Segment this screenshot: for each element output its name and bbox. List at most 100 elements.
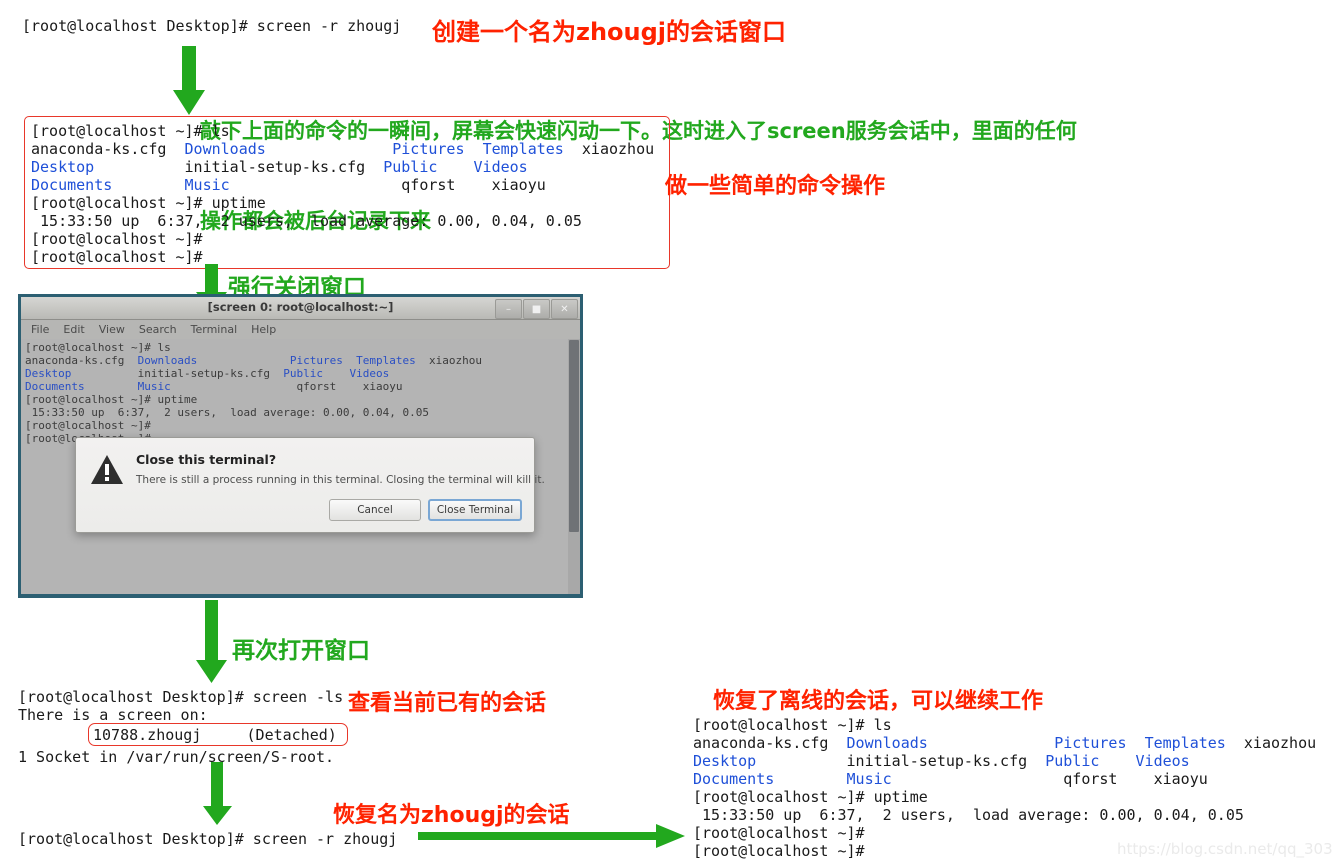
directory-name: Desktop — [31, 158, 95, 176]
terminal-text: [root@localhost ~]# ls — [693, 716, 892, 734]
menu-item-help[interactable]: Help — [251, 323, 276, 336]
directory-name: Downloads — [846, 734, 928, 752]
terminal-line: Desktop initial-setup-ks.cfg Public Vide… — [31, 158, 669, 176]
window-controls: – ■ ✕ — [495, 299, 578, 319]
directory-name: Videos — [349, 367, 390, 380]
directory-name: Templates — [482, 140, 564, 158]
terminal-output-1: [root@localhost ~]# ls anaconda-ks.cfg Do… — [25, 117, 669, 266]
terminal-line: [root@localhost ~]# uptime — [693, 788, 1316, 806]
embedded-terminal-output: [root@localhost ~]# ls anaconda-ks.cfg Do… — [21, 339, 580, 445]
terminal-text: 15:33:50 up 6:37, 2 users, load average:… — [693, 806, 1244, 824]
terminal-text: [root@localhost ~]# uptime — [693, 788, 928, 806]
terminal-text: anaconda-ks.cfg — [31, 140, 185, 158]
terminal-text: xiaozhou — [563, 140, 655, 158]
directory-name: Downloads — [184, 140, 266, 158]
terminal-text: [root@localhost ~]# ls — [31, 122, 230, 140]
directory-name: Documents — [693, 770, 775, 788]
arrow-down-icon-3 — [196, 600, 228, 684]
terminal-text: initial-setup-ks.cfg — [71, 367, 284, 380]
terminal-text: 15:33:50 up 6:37, 2 users, load average:… — [25, 406, 429, 419]
terminal-line: [root@localhost ~]# ls — [21, 341, 580, 354]
terminal-text: qforst xiaoyu — [891, 770, 1208, 788]
minimize-button[interactable]: – — [495, 299, 522, 319]
terminal-line: [root@localhost ~]# ls — [31, 122, 669, 140]
terminal-text: anaconda-ks.cfg — [25, 354, 138, 367]
directory-name: Music — [137, 380, 171, 393]
terminal-text: [root@localhost ~]# ls — [25, 341, 171, 354]
terminal-output-2: [root@localhost ~]# ls anaconda-ks.cfg Do… — [693, 716, 1316, 860]
maximize-button[interactable]: ■ — [523, 299, 550, 319]
terminal-text: [root@localhost ~]# — [693, 842, 865, 860]
menu-item-terminal[interactable]: Terminal — [191, 323, 238, 336]
terminal-line: [root@localhost ~]# uptime — [21, 393, 580, 406]
terminal-output-box-1: [root@localhost ~]# ls anaconda-ks.cfg Do… — [24, 116, 670, 269]
terminal-text: initial-setup-ks.cfg — [756, 752, 1046, 770]
dialog-title: Close this terminal? — [136, 452, 277, 467]
directory-name: Pictures — [1054, 734, 1127, 752]
terminal-line: Desktop initial-setup-ks.cfg Public Vide… — [693, 752, 1316, 770]
dialog-close-terminal-button[interactable]: Close Terminal — [428, 499, 522, 521]
embedded-terminal-body: [root@localhost ~]# ls anaconda-ks.cfg Do… — [21, 339, 580, 594]
terminal-line: Documents Music qforst xiaoyu — [21, 380, 580, 393]
menu-item-edit[interactable]: Edit — [63, 323, 84, 336]
directory-name: Downloads — [137, 354, 198, 367]
terminal-text: xiaozhou — [415, 354, 482, 367]
annotation-view-sessions: 查看当前已有的会话 — [348, 691, 547, 716]
annotation-simple-ops: 做一些简单的命令操作 — [665, 174, 886, 199]
terminal-line: [root@localhost ~]# ls — [693, 716, 1316, 734]
terminal-line: anaconda-ks.cfg Downloads Pictures Templ… — [693, 734, 1316, 752]
terminal-text: [root@localhost ~]# uptime — [25, 393, 198, 406]
directory-name: Music — [846, 770, 892, 788]
directory-name: Public — [1045, 752, 1100, 770]
window-titlebar[interactable]: [screen 0: root@localhost:~] – ■ ✕ — [21, 297, 580, 320]
top-command-line: [root@localhost Desktop]# screen -r zhou… — [22, 17, 402, 35]
directory-name: Desktop — [693, 752, 757, 770]
terminal-text: [root@localhost ~]# — [31, 230, 203, 248]
close-terminal-dialog: Close this terminal? There is still a pr… — [75, 437, 545, 533]
menu-item-search[interactable]: Search — [139, 323, 177, 336]
directory-name: Videos — [473, 158, 528, 176]
terminal-line: anaconda-ks.cfg Downloads Pictures Templ… — [31, 140, 669, 158]
directory-name: Pictures — [392, 140, 465, 158]
terminal-text: [root@localhost ~]# — [31, 248, 203, 266]
menu-item-file[interactable]: File — [31, 323, 49, 336]
terminal-text: xiaozhou — [1225, 734, 1317, 752]
directory-name: Templates — [356, 354, 416, 367]
terminal-line: [root@localhost ~]# — [21, 419, 580, 432]
close-button[interactable]: ✕ — [551, 299, 578, 319]
warning-icon — [90, 452, 126, 489]
screen-ls-line2: There is a screen on: — [18, 706, 208, 724]
terminal-line: [root@localhost ~]# — [31, 230, 669, 248]
directory-name: Public — [283, 367, 324, 380]
directory-name: Public — [383, 158, 438, 176]
directory-name: Documents — [31, 176, 113, 194]
scrollbar-thumb[interactable] — [569, 340, 579, 532]
annotation-reopen-window: 再次打开窗口 — [232, 638, 370, 664]
vertical-scrollbar[interactable] — [568, 339, 580, 594]
terminal-line: 15:33:50 up 6:37, 2 users, load average:… — [31, 212, 669, 230]
terminal-text: 15:33:50 up 6:37, 2 users, load average:… — [31, 212, 582, 230]
directory-name: Music — [184, 176, 230, 194]
dialog-cancel-button[interactable]: Cancel — [329, 499, 421, 521]
screen-ls-session: 10788.zhougj (Detached) — [93, 726, 337, 744]
menu-item-view[interactable]: View — [99, 323, 125, 336]
annotation-restored-session: 恢复了离线的会话，可以继续工作 — [713, 689, 1044, 714]
terminal-text: qforst xiaoyu — [229, 176, 546, 194]
directory-name: Videos — [1135, 752, 1190, 770]
directory-name: Desktop — [25, 367, 72, 380]
terminal-text: initial-setup-ks.cfg — [94, 158, 384, 176]
dialog-message: There is still a process running in this… — [136, 474, 545, 486]
terminal-line: Documents Music qforst xiaoyu — [693, 770, 1316, 788]
embedded-terminal-window: [screen 0: root@localhost:~] – ■ ✕ File … — [18, 294, 583, 598]
terminal-line: 15:33:50 up 6:37, 2 users, load average:… — [21, 406, 580, 419]
annotation-create-session: 创建一个名为zhougj的会话窗口 — [432, 18, 787, 46]
